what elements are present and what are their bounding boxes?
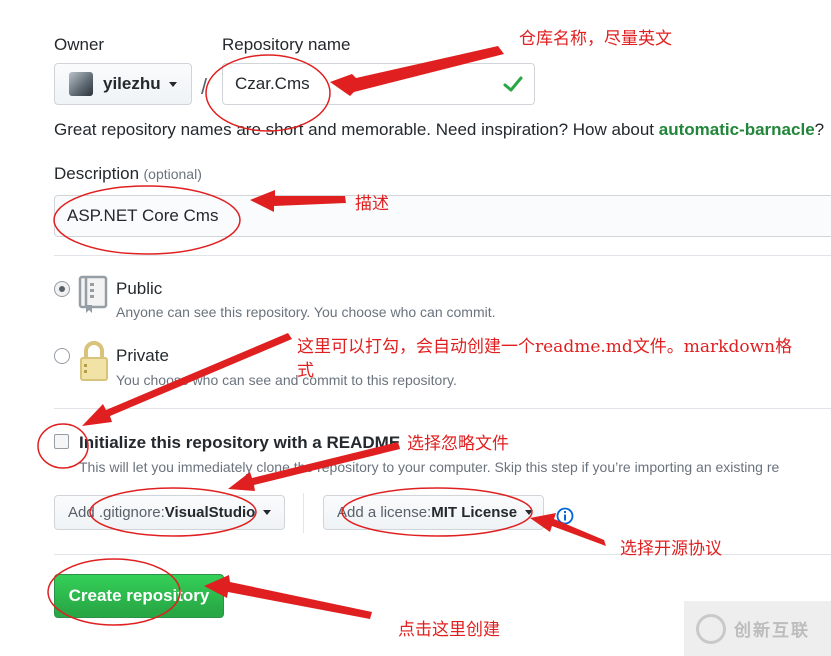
divider (54, 408, 831, 409)
public-label: Public (116, 279, 163, 298)
watermark: 创新互联 (684, 601, 831, 656)
chevron-down-icon (525, 510, 534, 515)
owner-label: Owner (54, 35, 105, 54)
divider (54, 255, 831, 256)
check-icon (503, 76, 523, 92)
gitignore-select[interactable]: Add .gitignore: VisualStudio (54, 495, 285, 530)
annotation-readme-line1: 这里可以打勾，会自动创建一个readme.md文件。markdown格 (297, 337, 793, 357)
owner-name: yilezhu (103, 74, 161, 93)
chevron-down-icon (263, 510, 272, 515)
divider (303, 493, 304, 533)
readme-label[interactable]: Initialize this repository with a README (79, 433, 400, 453)
watermark-text: 创新互联 (734, 621, 810, 640)
public-radio[interactable] (54, 281, 70, 297)
owner-repo-separator: / (201, 74, 208, 99)
description-label: Description (optional) (54, 164, 202, 183)
repo-name-input[interactable]: Czar.Cms (222, 63, 535, 105)
create-repository-button[interactable]: Create repository (54, 574, 224, 618)
annotation-readme-line2: 式 (297, 361, 314, 381)
annotation-arrow (204, 575, 372, 619)
chevron-down-icon (168, 81, 177, 87)
annotation-license: 选择开源协议 (620, 539, 722, 559)
private-note: You choose who can see and commit to thi… (116, 372, 457, 388)
annotation-create: 点击这里创建 (398, 620, 500, 640)
description-value: ASP.NET Core Cms (67, 206, 219, 225)
private-radio[interactable] (54, 348, 70, 364)
readme-note: This will let you immediately clone the … (79, 459, 780, 475)
private-label: Private (116, 346, 169, 365)
public-note: Anyone can see this repository. You choo… (116, 304, 496, 320)
annotation-gitignore: 选择忽略文件 (407, 434, 509, 454)
info-icon[interactable] (556, 507, 574, 525)
license-select[interactable]: Add a license: MIT License (323, 495, 544, 530)
readme-checkbox[interactable] (54, 434, 69, 449)
name-suggestion-link[interactable]: automatic-barnacle (659, 120, 815, 139)
avatar (69, 72, 93, 96)
repo-name-value: Czar.Cms (235, 74, 310, 93)
owner-select[interactable]: yilezhu (54, 63, 192, 105)
annotation-description: 描述 (355, 194, 389, 214)
annotation-repo-name: 仓库名称，尽量英文 (519, 29, 672, 49)
lock-icon (80, 341, 108, 381)
repo-name-label: Repository name (222, 35, 351, 54)
repo-book-icon (78, 275, 108, 313)
description-input[interactable]: ASP.NET Core Cms (54, 195, 831, 237)
watermark-logo-icon (696, 613, 726, 644)
name-hint: Great repository names are short and mem… (54, 120, 825, 139)
